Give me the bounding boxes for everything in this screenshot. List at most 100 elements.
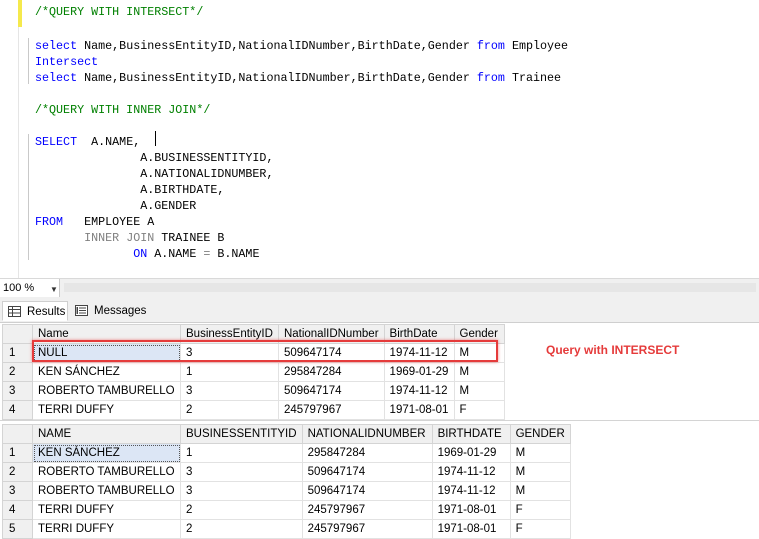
code-line[interactable]: ON A.NAME = B.NAME (35, 246, 259, 262)
sql-text: TRAINEE B (154, 231, 225, 245)
code-line[interactable]: FROM EMPLOYEE A (35, 214, 154, 230)
table-cell[interactable]: ROBERTO TAMBURELLO (32, 462, 181, 482)
row-number: 3 (2, 481, 33, 501)
table-cell[interactable]: TERRI DUFFY (32, 400, 181, 420)
table-cell[interactable]: 2 (180, 519, 303, 539)
table-cell[interactable]: F (453, 400, 505, 420)
table-row[interactable]: 3 ROBERTO TAMBURELLO 3 509647174 1974-11-12 M (2, 381, 505, 401)
sql-text: INNER JOIN (84, 231, 155, 245)
tab-messages[interactable]: Messages (70, 301, 148, 321)
code-line[interactable]: A.NATIONALIDNUMBER, (35, 166, 273, 182)
table-cell[interactable]: M (509, 443, 571, 463)
table-cell[interactable]: 1 (180, 443, 303, 463)
table-cell[interactable]: 1974-11-12 (431, 481, 511, 501)
table-cell[interactable]: 3 (180, 462, 303, 482)
table-cell[interactable]: 1971-08-01 (431, 500, 511, 520)
sql-keyword: Intersect (35, 55, 99, 69)
code-line[interactable]: A.BUSINESSENTITYID, (35, 150, 273, 166)
table-cell[interactable]: 2 (180, 400, 279, 420)
column-header[interactable]: NATIONALIDNUMBER (301, 424, 433, 444)
results-grid-intersect: Name BusinessEntityID NationalIDNumber B… (2, 324, 505, 420)
column-header[interactable]: NAME (32, 424, 181, 444)
table-cell[interactable]: M (453, 362, 505, 382)
sql-text: A.NATIONALIDNUMBER, (35, 167, 274, 181)
table-cell[interactable]: 1969-01-29 (431, 443, 511, 463)
row-number: 4 (2, 400, 33, 420)
horizontal-scrollbar[interactable] (64, 283, 756, 292)
code-line[interactable]: select Name,BusinessEntityID,NationalIDN… (35, 38, 568, 54)
editor-gutter (0, 0, 19, 278)
code-line[interactable]: /*QUERY WITH INNER JOIN*/ (35, 102, 210, 118)
table-cell[interactable]: TERRI DUFFY (32, 500, 181, 520)
table-cell[interactable]: 509647174 (301, 481, 433, 501)
table-cell[interactable]: ROBERTO TAMBURELLO (32, 381, 181, 401)
table-cell[interactable]: 295847284 (277, 362, 385, 382)
code-line[interactable]: /*QUERY WITH INTERSECT*/ (35, 4, 203, 20)
table-row[interactable]: 5 TERRI DUFFY 2 245797967 1971-08-01 F (2, 519, 571, 539)
sql-text: Name,BusinessEntityID,NationalIDNumber,B… (77, 39, 477, 53)
table-cell[interactable]: 1971-08-01 (383, 400, 455, 420)
messages-icon (75, 305, 88, 316)
results-grid-inner-join: NAME BUSINESSENTITYID NATIONALIDNUMBER B… (2, 424, 571, 539)
code-line[interactable]: select Name,BusinessEntityID,NationalIDN… (35, 70, 561, 86)
grid-corner (2, 324, 33, 344)
tab-results[interactable]: Results (2, 301, 68, 321)
column-header[interactable]: GENDER (509, 424, 571, 444)
table-cell[interactable]: 2 (180, 500, 303, 520)
outline-bracket (28, 134, 29, 260)
table-cell[interactable]: 1971-08-01 (431, 519, 511, 539)
table-cell[interactable]: F (509, 519, 571, 539)
code-line[interactable]: A.GENDER (35, 198, 196, 214)
table-cell[interactable]: KEN SÁNCHEZ (32, 443, 181, 463)
table-row[interactable]: 2 ROBERTO TAMBURELLO 3 509647174 1974-11-12 M (2, 462, 571, 482)
sql-text: A.GENDER (35, 199, 197, 213)
table-row[interactable]: 1 KEN SÁNCHEZ 1 295847284 1969-01-29 M (2, 443, 571, 463)
table-cell[interactable]: KEN SÁNCHEZ (32, 362, 181, 382)
column-header[interactable]: BUSINESSENTITYID (180, 424, 303, 444)
table-cell[interactable]: 245797967 (277, 400, 385, 420)
table-cell[interactable]: 295847284 (301, 443, 433, 463)
table-cell[interactable]: 1974-11-12 (383, 381, 455, 401)
table-cell[interactable]: 1 (180, 362, 279, 382)
table-cell[interactable]: 1974-11-12 (431, 462, 511, 482)
sql-text: Name,BusinessEntityID,NationalIDNumber,B… (77, 71, 477, 85)
table-cell[interactable]: 509647174 (301, 462, 433, 482)
sql-keyword: from (476, 39, 505, 53)
table-cell[interactable]: 245797967 (301, 519, 433, 539)
table-cell[interactable]: F (509, 500, 571, 520)
code-line[interactable]: SELECT A.NAME, (35, 134, 140, 150)
table-cell[interactable]: 3 (180, 481, 303, 501)
table-row[interactable]: 3 ROBERTO TAMBURELLO 3 509647174 1974-11-12 M (2, 481, 571, 501)
code-line[interactable]: INNER JOIN TRAINEE B (35, 230, 224, 246)
row-number: 5 (2, 519, 33, 539)
tab-messages-label: Messages (94, 305, 147, 317)
table-cell[interactable]: ROBERTO TAMBURELLO (32, 481, 181, 501)
code-line[interactable]: Intersect (35, 54, 98, 70)
table-row[interactable]: 2 KEN SÁNCHEZ 1 295847284 1969-01-29 M (2, 362, 505, 382)
table-cell[interactable]: 509647174 (277, 381, 385, 401)
code-line[interactable]: A.BIRTHDATE, (35, 182, 224, 198)
table-cell[interactable]: M (453, 381, 505, 401)
grid-header-row: NAME BUSINESSENTITYID NATIONALIDNUMBER B… (2, 424, 571, 444)
table-cell[interactable]: 1969-01-29 (383, 362, 455, 382)
query-editor[interactable]: /*QUERY WITH INTERSECT*/ select Name,Busi… (0, 0, 759, 278)
column-header[interactable]: BIRTHDATE (431, 424, 511, 444)
outline-bracket (28, 38, 29, 84)
table-cell[interactable]: 245797967 (301, 500, 433, 520)
sql-text: A.NAME, (77, 135, 141, 149)
annotation-label: Query with INTERSECT (546, 343, 680, 357)
table-row[interactable]: 4 TERRI DUFFY 2 245797967 1971-08-01 F (2, 500, 571, 520)
table-row[interactable]: 4 TERRI DUFFY 2 245797967 1971-08-01 F (2, 400, 505, 420)
row-number: 1 (2, 443, 33, 463)
zoom-level: 100 % (3, 282, 35, 294)
table-cell[interactable]: M (509, 462, 571, 482)
table-cell[interactable]: TERRI DUFFY (32, 519, 181, 539)
row-number: 2 (2, 362, 33, 382)
table-cell[interactable]: M (509, 481, 571, 501)
results-pane-2: NAME BUSINESSENTITYID NATIONALIDNUMBER B… (0, 420, 759, 539)
table-cell[interactable]: 3 (180, 381, 279, 401)
sql-comment: /*QUERY WITH INTERSECT*/ (35, 5, 204, 19)
sql-text: A.BIRTHDATE, (35, 183, 225, 197)
zoom-dropdown[interactable]: 100 % ▼ (0, 279, 60, 297)
sql-keyword: select (35, 39, 78, 53)
